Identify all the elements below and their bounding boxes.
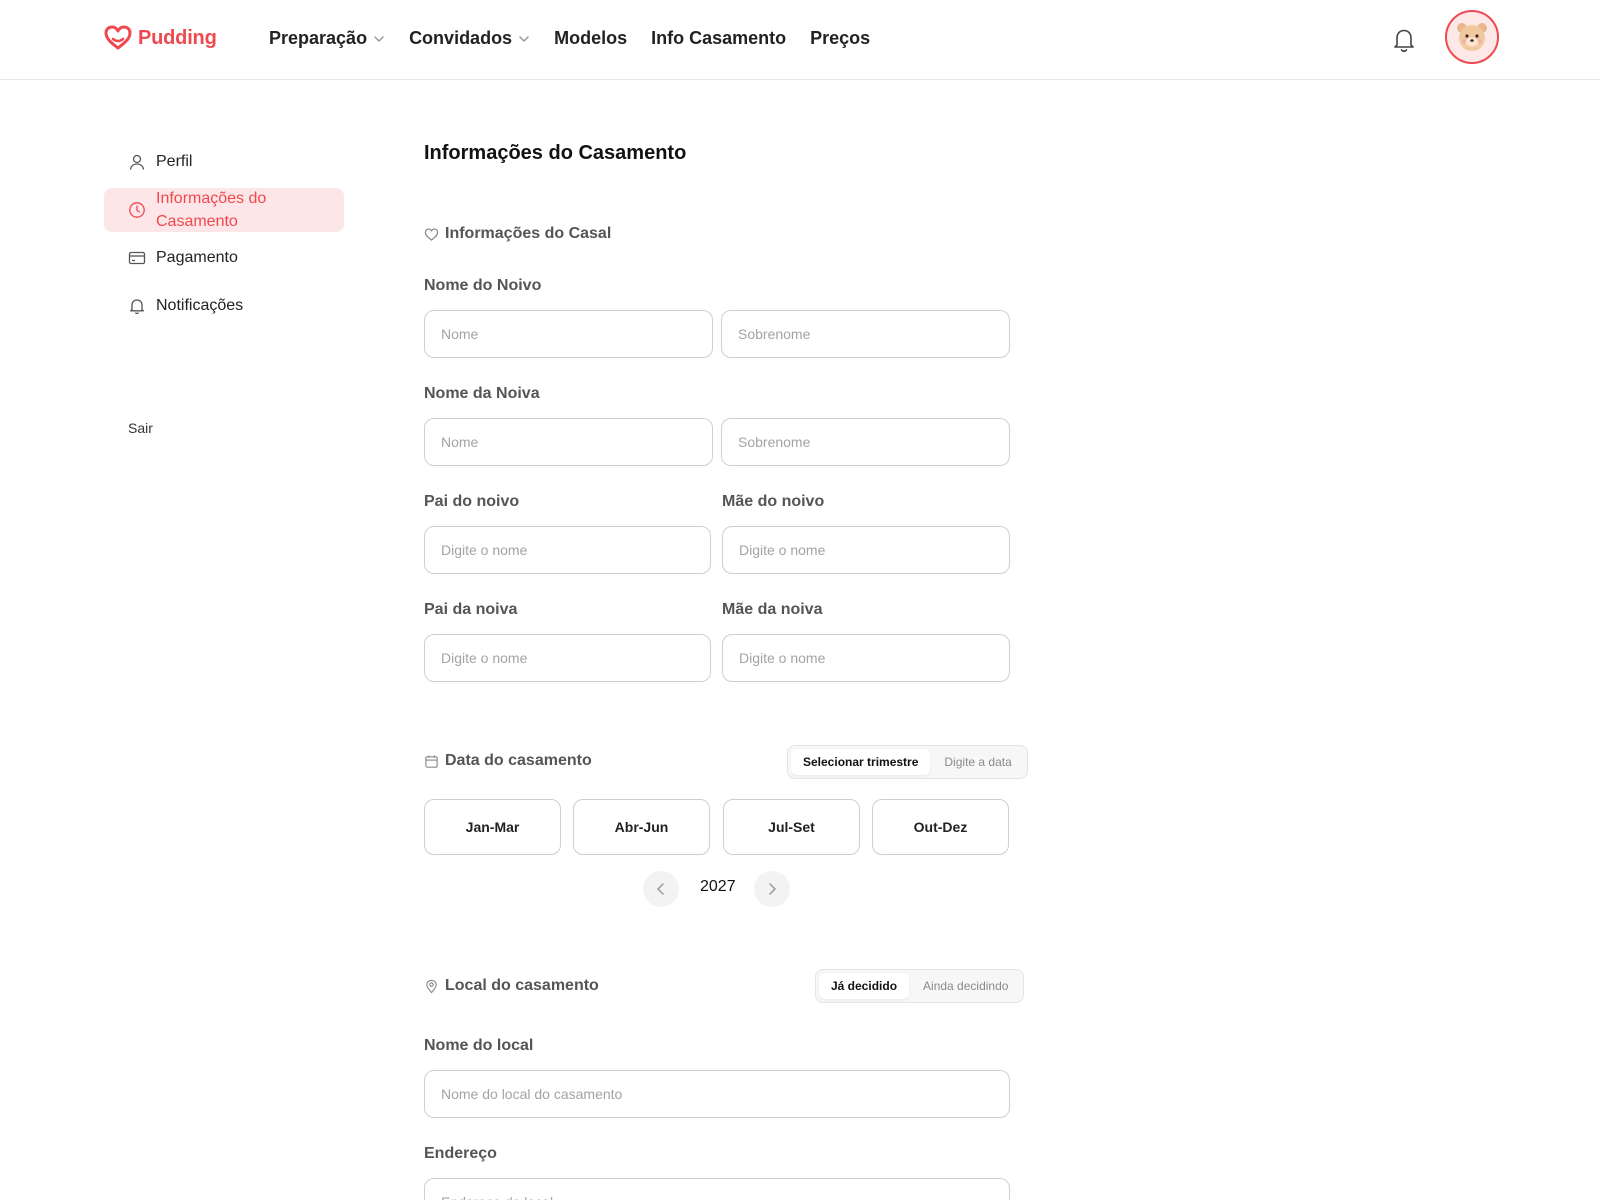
nav-item-info-casamento[interactable]: Info Casamento [651, 28, 786, 49]
toggle-select-quarter[interactable]: Selecionar trimestre [791, 749, 931, 775]
calendar-icon [425, 754, 438, 768]
nav-label: Info Casamento [651, 28, 787, 48]
section-title-text: Data do casamento [445, 752, 592, 769]
chevron-right-icon [769, 883, 777, 895]
bride-mother-input[interactable] [722, 634, 1010, 682]
logout-link[interactable]: Sair [128, 420, 153, 436]
main-nav: Preparação Convidados Modelos Info Casam… [269, 28, 870, 49]
sidebar-item-pagamento[interactable]: Pagamento [104, 246, 344, 270]
venue-name-label: Nome do local [424, 1037, 534, 1054]
bear-avatar-icon [1457, 23, 1487, 51]
groom-first-name-input[interactable] [424, 310, 713, 358]
sidebar-item-notificacoes[interactable]: Notificações [104, 294, 344, 318]
section-title-date: Data do casamento [424, 752, 592, 770]
groom-mother-label: Mãe do noivo [722, 493, 825, 510]
nav-item-convidados[interactable]: Convidados [409, 28, 530, 49]
sidebar-item-informacoes-casamento[interactable]: Informações do Casamento [104, 188, 344, 232]
bride-last-name-input[interactable] [721, 418, 1010, 466]
location-pin-icon [426, 979, 437, 993]
chevron-left-icon [656, 883, 664, 895]
heart-logo-icon [104, 25, 132, 50]
bell-icon [130, 299, 144, 315]
top-header: Pudding Preparação Convidados Modelos In… [0, 0, 1600, 80]
section-title-text: Local do casamento [445, 977, 599, 994]
address-label: Endereço [424, 1145, 497, 1162]
bride-name-label: Nome da Noiva [424, 385, 540, 402]
quarter-button-q2[interactable]: Abr-Jun [573, 799, 710, 855]
bride-father-input[interactable] [424, 634, 711, 682]
venue-mode-toggle: Já decidido Ainda decidindo [815, 969, 1025, 1003]
groom-mother-input[interactable] [722, 526, 1010, 574]
section-title-venue: Local do casamento [424, 977, 599, 995]
address-input[interactable] [424, 1178, 1010, 1200]
groom-father-input[interactable] [424, 526, 711, 574]
prev-year-button[interactable] [643, 871, 679, 907]
toggle-still-deciding[interactable]: Ainda decidindo [911, 973, 1020, 999]
bride-first-name-input[interactable] [424, 418, 713, 466]
user-icon [129, 154, 145, 170]
sidebar-item-label: Pagamento [156, 249, 238, 266]
quarter-button-q1[interactable]: Jan-Mar [424, 799, 561, 855]
bride-mother-label: Mãe da noiva [722, 601, 823, 618]
heart-icon [424, 227, 439, 241]
date-mode-toggle: Selecionar trimestre Digite a data [787, 745, 1028, 779]
clock-icon [129, 202, 145, 218]
nav-item-precos[interactable]: Preços [810, 28, 870, 49]
nav-item-preparacao[interactable]: Preparação [269, 28, 385, 49]
toggle-already-decided[interactable]: Já decidido [819, 973, 910, 999]
avatar[interactable] [1445, 10, 1499, 64]
next-year-button[interactable] [754, 871, 790, 907]
nav-label: Preços [810, 28, 871, 48]
quarter-button-q4[interactable]: Out-Dez [872, 799, 1009, 855]
logo[interactable]: Pudding [104, 24, 217, 52]
notification-bell-icon[interactable] [1390, 25, 1418, 55]
groom-father-label: Pai do noivo [424, 493, 520, 510]
nav-item-modelos[interactable]: Modelos [554, 28, 627, 49]
groom-last-name-input[interactable] [721, 310, 1010, 358]
nav-label: Modelos [554, 28, 628, 48]
bride-father-label: Pai da noiva [424, 601, 518, 618]
groom-name-label: Nome do Noivo [424, 277, 542, 294]
chevron-down-icon [519, 35, 529, 42]
sidebar-item-label: Perfil [156, 153, 193, 170]
page-title: Informações do Casamento [424, 142, 687, 164]
section-title-couple: Informações do Casal [424, 225, 611, 243]
sidebar-item-label: Informações do Casamento [156, 190, 267, 230]
section-title-text: Informações do Casal [445, 225, 612, 242]
chevron-down-icon [374, 35, 384, 42]
sidebar-item-label: Notificações [156, 297, 244, 314]
logo-text: Pudding [138, 26, 217, 49]
nav-label: Preparação [269, 28, 368, 48]
toggle-enter-date[interactable]: Digite a data [932, 749, 1023, 775]
nav-label: Convidados [409, 28, 513, 48]
quarter-button-q3[interactable]: Jul-Set [723, 799, 860, 855]
credit-card-icon [128, 251, 146, 265]
venue-name-input[interactable] [424, 1070, 1010, 1118]
sidebar-item-perfil[interactable]: Perfil [104, 150, 344, 174]
year-display: 2027 [700, 878, 736, 895]
